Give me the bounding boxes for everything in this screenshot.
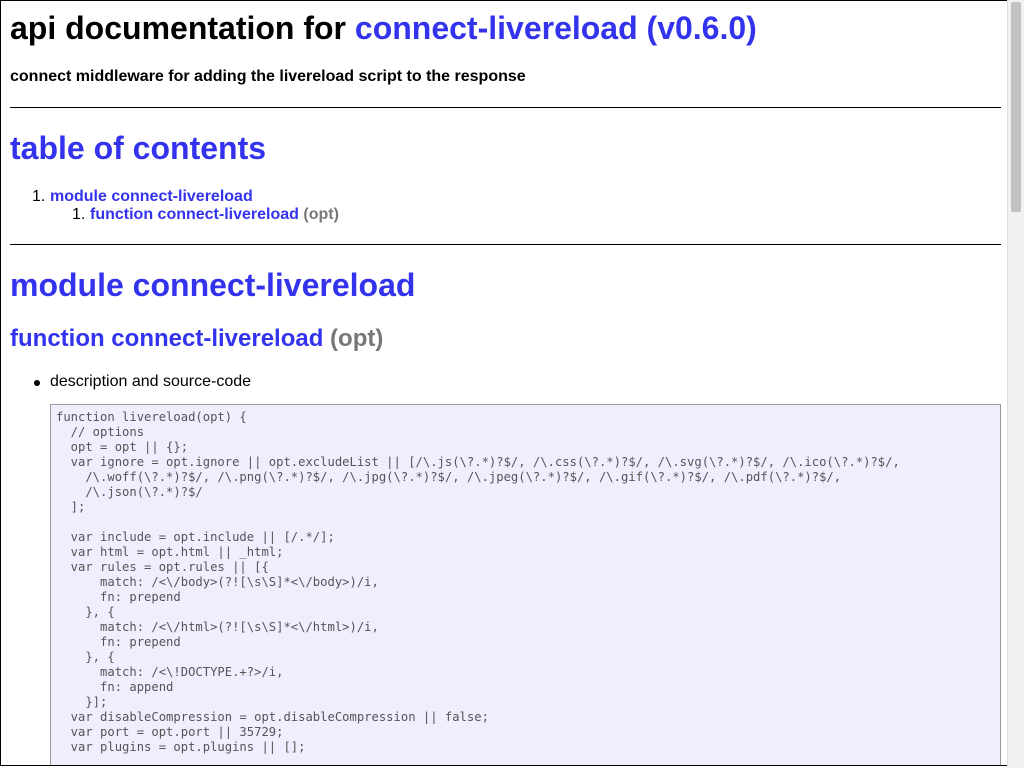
vertical-scrollbar[interactable]	[1007, 0, 1024, 768]
description-label: description and source-code	[50, 373, 252, 390]
toc-heading-link[interactable]: table of contents	[10, 130, 266, 166]
package-description: connect middleware for adding the livere…	[10, 68, 526, 85]
toc-link-function[interactable]: function connect-livereload	[90, 206, 299, 223]
function-params: (opt)	[330, 325, 384, 352]
function-heading: function connect-livereload (opt)	[10, 324, 383, 354]
document-frame: api documentation for connect-livereload…	[0, 0, 1007, 766]
package-link[interactable]: connect-livereload (v0.6.0)	[355, 10, 757, 46]
toc-subitem-number: 1.	[72, 206, 86, 223]
module-heading-link[interactable]: module connect-livereload	[10, 267, 415, 303]
divider	[10, 107, 1001, 108]
function-heading-link[interactable]: function connect-livereload	[10, 325, 323, 352]
divider	[10, 244, 1001, 245]
title-prefix: api documentation for	[10, 10, 346, 46]
toc-link-module[interactable]: module connect-livereload	[50, 188, 253, 206]
module-heading: module connect-livereload	[10, 265, 415, 305]
source-code-block: function livereload(opt) { // options op…	[50, 404, 1001, 765]
toc-function-params: (opt)	[303, 206, 339, 223]
toc-item-number: 1.	[32, 188, 46, 205]
scrollbar-thumb[interactable]	[1011, 2, 1021, 212]
toc-heading: table of contents	[10, 129, 266, 167]
page-title: api documentation for connect-livereload…	[10, 10, 757, 46]
bullet-icon	[34, 380, 40, 386]
